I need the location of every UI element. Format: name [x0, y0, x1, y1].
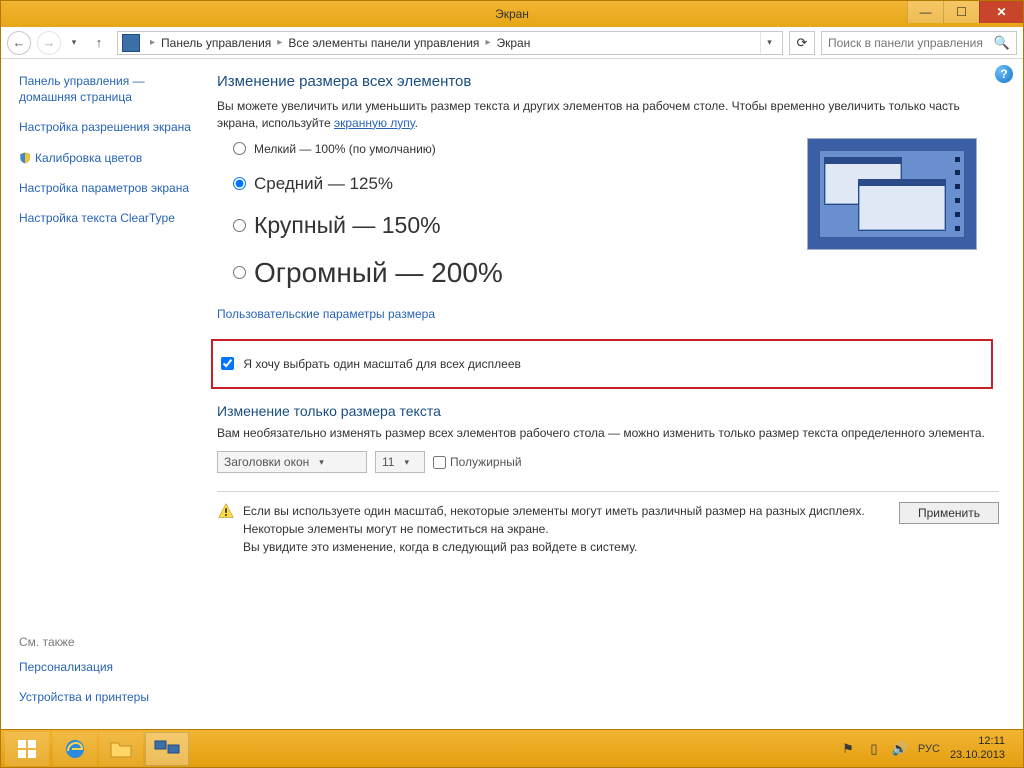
- folder-icon: [109, 739, 133, 759]
- language-indicator[interactable]: РУС: [918, 741, 940, 757]
- navbar: ← → ▾ ↑ ▸ Панель управления ▸ Все элемен…: [1, 27, 1023, 59]
- ie-icon: [63, 737, 87, 761]
- window-controls: — ☐ ✕: [907, 1, 1023, 23]
- content-area: ? Панель управления — домашняя страница …: [1, 59, 1023, 729]
- see-also-heading: См. также: [19, 635, 197, 649]
- sidebar-link-personalization[interactable]: Персонализация: [19, 659, 197, 675]
- radio-large-label: Крупный — 150%: [254, 212, 441, 239]
- chevron-right-icon: ▸: [479, 37, 496, 48]
- heading-resize: Изменение размера всех элементов: [217, 73, 999, 90]
- bold-checkbox-input[interactable]: [433, 456, 446, 469]
- display-icon: [154, 740, 180, 758]
- main-panel: Изменение размера всех элементов Вы може…: [207, 59, 1023, 729]
- checkbox-all-displays-input[interactable]: [221, 357, 234, 370]
- breadcrumb-item[interactable]: Панель управления: [161, 36, 271, 50]
- action-center-icon[interactable]: ⚑: [840, 741, 856, 757]
- search-icon: 🔍: [994, 35, 1010, 51]
- highlight-annotation: Я хочу выбрать один масштаб для всех дис…: [211, 339, 993, 389]
- radio-xlarge-input[interactable]: [233, 266, 246, 279]
- window-title: Экран: [495, 7, 529, 21]
- sidebar-link-cleartype[interactable]: Настройка текста ClearType: [19, 210, 197, 226]
- chevron-down-icon: ▾: [319, 457, 324, 468]
- titlebar: Экран — ☐ ✕: [1, 1, 1023, 27]
- history-dropdown[interactable]: ▾: [67, 31, 81, 55]
- maximize-button[interactable]: ☐: [943, 1, 979, 23]
- back-button[interactable]: ←: [7, 31, 31, 55]
- apply-button[interactable]: Применить: [899, 502, 999, 524]
- radio-xlarge-label: Огромный — 200%: [254, 257, 503, 289]
- chevron-right-icon: ▸: [144, 37, 161, 48]
- scale-options: Мелкий — 100% (по умолчанию) Средний — 1…: [217, 142, 999, 289]
- sidebar-link-settings[interactable]: Настройка параметров экрана: [19, 180, 197, 196]
- checkbox-all-displays[interactable]: Я хочу выбрать один масштаб для всех дис…: [221, 357, 521, 371]
- intro-text: Вы можете увеличить или уменьшить размер…: [217, 98, 999, 132]
- start-button[interactable]: [5, 732, 49, 766]
- windows-logo-icon: [18, 740, 36, 758]
- window: Экран — ☐ ✕ ← → ▾ ↑ ▸ Панель управления …: [0, 0, 1024, 768]
- radio-small-input[interactable]: [233, 142, 246, 155]
- magnifier-link[interactable]: экранную лупу: [334, 116, 415, 130]
- text-size-intro: Вам необязательно изменять размер всех э…: [217, 425, 999, 442]
- close-button[interactable]: ✕: [979, 1, 1023, 23]
- warning-row: Если вы используете один масштаб, некото…: [217, 502, 999, 556]
- radio-medium-label: Средний — 125%: [254, 174, 393, 194]
- network-icon[interactable]: ▯: [866, 741, 882, 757]
- bold-checkbox[interactable]: Полужирный: [433, 455, 522, 469]
- sidebar: Панель управления — домашняя страница На…: [1, 59, 207, 729]
- control-panel-icon: [122, 34, 140, 52]
- search-input[interactable]: [828, 36, 994, 50]
- sidebar-link-home[interactable]: Панель управления — домашняя страница: [19, 73, 197, 105]
- forward-button[interactable]: →: [37, 31, 61, 55]
- taskbar-ie[interactable]: [53, 732, 97, 766]
- chevron-down-icon: ▾: [404, 457, 409, 468]
- refresh-button[interactable]: ⟳: [789, 31, 815, 55]
- heading-text-size: Изменение только размера текста: [217, 403, 999, 419]
- warning-text: Если вы используете один масштаб, некото…: [243, 502, 891, 556]
- sidebar-link-devices[interactable]: Устройства и принтеры: [19, 689, 197, 705]
- scale-preview: [807, 138, 977, 250]
- font-size-select[interactable]: 11▾: [375, 451, 425, 473]
- radio-small-label: Мелкий — 100% (по умолчанию): [254, 142, 436, 156]
- minimize-button[interactable]: —: [907, 1, 943, 23]
- breadcrumb-dropdown[interactable]: ▾: [760, 32, 778, 54]
- breadcrumb-item[interactable]: Все элементы панели управления: [288, 36, 479, 50]
- separator: [217, 491, 999, 492]
- radio-xlarge[interactable]: Огромный — 200%: [233, 257, 999, 289]
- shield-icon: [19, 152, 31, 164]
- help-icon[interactable]: ?: [995, 65, 1013, 83]
- text-size-controls: Заголовки окон▾ 11▾ Полужирный: [217, 451, 999, 473]
- breadcrumb[interactable]: ▸ Панель управления ▸ Все элементы панел…: [117, 31, 783, 55]
- taskbar-explorer[interactable]: [99, 732, 143, 766]
- warning-icon: [217, 502, 235, 520]
- breadcrumb-item[interactable]: Экран: [496, 36, 530, 50]
- system-tray: ⚑ ▯ 🔊 РУС 12:11 23.10.2013: [840, 735, 1019, 761]
- up-button[interactable]: ↑: [87, 31, 111, 55]
- taskbar-clock[interactable]: 12:11 23.10.2013: [950, 735, 1011, 761]
- volume-icon[interactable]: 🔊: [892, 741, 908, 757]
- taskbar-control-panel[interactable]: [145, 732, 189, 766]
- radio-medium-input[interactable]: [233, 177, 246, 190]
- radio-large-input[interactable]: [233, 219, 246, 232]
- chevron-right-icon: ▸: [271, 37, 288, 48]
- element-select[interactable]: Заголовки окон▾: [217, 451, 367, 473]
- custom-sizing-link[interactable]: Пользовательские параметры размера: [217, 307, 999, 321]
- search-box[interactable]: 🔍: [821, 31, 1017, 55]
- sidebar-link-resolution[interactable]: Настройка разрешения экрана: [19, 119, 197, 135]
- sidebar-link-calibration[interactable]: Калибровка цветов: [19, 150, 197, 166]
- taskbar: ⚑ ▯ 🔊 РУС 12:11 23.10.2013: [1, 729, 1023, 767]
